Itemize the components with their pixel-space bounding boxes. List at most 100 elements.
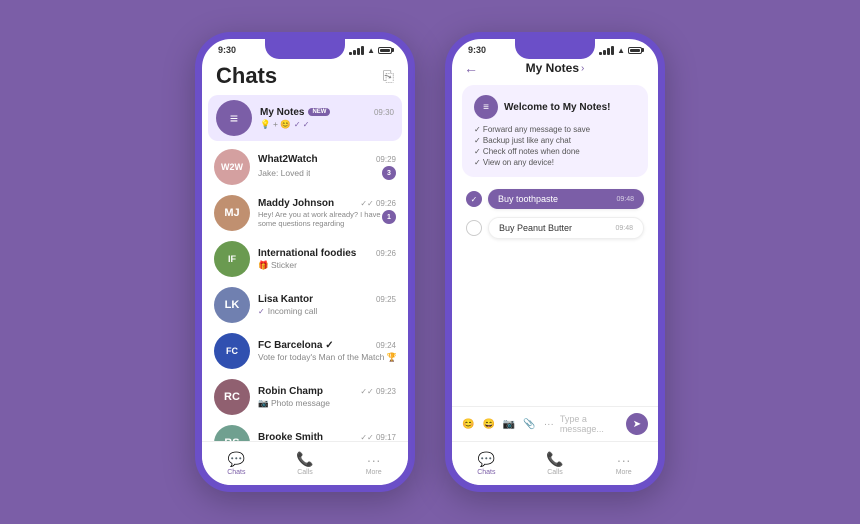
new-badge: NEW: [308, 108, 330, 116]
unread-what2watch: 3: [382, 166, 396, 180]
chat-time-fc: 09:24: [376, 341, 396, 350]
chats-nav-label-r: Chats: [477, 469, 495, 476]
notch-right: [515, 39, 595, 59]
nav-more-right[interactable]: ··· More: [589, 452, 658, 476]
chat-item-my-notes[interactable]: ≡ My Notes NEW 09:30 💡 + 😊✓ ✓: [208, 95, 402, 141]
chat-name-what2watch: What2Watch: [258, 154, 318, 165]
chat-content-what2watch: What2Watch 09:29 Jake: Loved it 3: [258, 154, 396, 180]
notes-header: ← My Notes ›: [452, 57, 658, 79]
chat-content-lisa: Lisa Kantor 09:25 ✓ Incoming call: [258, 294, 396, 316]
chat-preview-what2watch: Jake: Loved it: [258, 168, 310, 178]
more-nav-label-r: More: [616, 469, 632, 476]
chat-content-maddy: Maddy Johnson ✓✓ 09:26 Hey! Are you at w…: [258, 198, 396, 228]
message-toolbar: 😊 😄 📷 📎 ···: [462, 419, 554, 430]
message-buy-peanutbutter: Buy Peanut Butter 09:48: [466, 217, 644, 239]
message-buy-toothpaste: ✓ Buy toothpaste 09:48: [466, 189, 644, 209]
nav-calls-right[interactable]: 📞 Calls: [521, 451, 590, 476]
right-phone: 9:30 ▲ ← My Notes › ≡ Welcome to My Note…: [445, 32, 665, 492]
chats-nav-icon-r: 💬: [478, 451, 495, 468]
calls-nav-icon: 📞: [296, 451, 313, 468]
chat-list: ≡ My Notes NEW 09:30 💡 + 😊✓ ✓ W2W: [202, 95, 408, 466]
chat-time-lisa: 09:25: [376, 295, 396, 304]
time-left: 9:30: [218, 45, 236, 55]
check-empty-icon[interactable]: [466, 220, 482, 236]
left-phone: 9:30 ▲ Chats ⎘ ≡ My Notes NEW: [195, 32, 415, 492]
bottom-nav-right: 💬 Chats 📞 Calls ··· More: [452, 441, 658, 485]
chat-preview-foodies: 🎁 Sticker: [258, 260, 396, 271]
chat-item-lisa[interactable]: LK Lisa Kantor 09:25 ✓ Incoming call: [202, 282, 408, 328]
status-icons-right: ▲: [599, 46, 642, 55]
nav-more-left[interactable]: ··· More: [339, 452, 408, 476]
bubble-time-peanutbutter: 09:48: [615, 225, 633, 232]
welcome-item-2: ✓ Check off notes when done: [474, 147, 636, 156]
chat-item-maddy[interactable]: MJ Maddy Johnson ✓✓ 09:26 Hey! Are you a…: [202, 190, 408, 236]
avatar-maddy: MJ: [214, 195, 250, 231]
message-input[interactable]: Type a message...: [560, 414, 620, 434]
nav-calls-left[interactable]: 📞 Calls: [271, 451, 340, 476]
chat-time-what2watch: 09:29: [376, 155, 396, 164]
check-done-icon[interactable]: ✓: [466, 191, 482, 207]
chat-content-my-notes: My Notes NEW 09:30 💡 + 😊✓ ✓: [260, 107, 394, 130]
chat-item-fc[interactable]: FC FC Barcelona ✓ 09:24 Vote for today's…: [202, 328, 408, 374]
message-area: ✓ Buy toothpaste 09:48 Buy Peanut Butter…: [462, 189, 648, 239]
avatar-my-notes: ≡: [216, 100, 252, 136]
bubble-text-toothpaste: Buy toothpaste: [498, 194, 558, 204]
calls-nav-label-r: Calls: [547, 469, 563, 476]
bubble-peanutbutter: Buy Peanut Butter 09:48: [488, 217, 644, 239]
status-icons-left: ▲: [349, 46, 392, 55]
more-icon[interactable]: ···: [544, 419, 554, 430]
avatar-what2watch: W2W: [214, 149, 250, 185]
edit-icon[interactable]: ⎘: [383, 68, 394, 85]
sticker-icon[interactable]: 😄: [482, 419, 494, 430]
chat-content-robin: Robin Champ ✓✓ 09:23 📷 Photo message: [258, 386, 396, 409]
chat-name-foodies: International foodies: [258, 248, 356, 259]
welcome-item-3: ✓ View on any device!: [474, 158, 636, 167]
avatar-robin: RC: [214, 379, 250, 415]
attach-icon[interactable]: 📎: [523, 419, 535, 430]
welcome-card-header: ≡ Welcome to My Notes!: [474, 95, 636, 119]
message-input-area: 😊 😄 📷 📎 ··· Type a message... ➤: [452, 406, 658, 441]
chat-name-my-notes: My Notes: [260, 107, 304, 118]
emoji-icon[interactable]: 😊: [462, 419, 474, 430]
bottom-nav-left: 💬 Chats 📞 Calls ··· More: [202, 441, 408, 485]
bubble-text-peanutbutter: Buy Peanut Butter: [499, 223, 572, 233]
chat-name-fc: FC Barcelona ✓: [258, 340, 334, 351]
chat-content-foodies: International foodies 09:26 🎁 Sticker: [258, 248, 396, 271]
chat-preview-robin: 📷 Photo message: [258, 398, 396, 409]
chat-time-robin: ✓✓ 09:23: [360, 387, 396, 396]
chat-item-what2watch[interactable]: W2W What2Watch 09:29 Jake: Loved it 3: [202, 144, 408, 190]
more-nav-label: More: [366, 469, 382, 476]
welcome-avatar: ≡: [474, 95, 498, 119]
chat-item-robin[interactable]: RC Robin Champ ✓✓ 09:23 📷 Photo message: [202, 374, 408, 420]
camera-icon[interactable]: 📷: [503, 419, 515, 430]
chat-preview-lisa: ✓ Incoming call: [258, 306, 396, 316]
send-button[interactable]: ➤: [626, 413, 648, 435]
chats-title: Chats: [216, 63, 277, 89]
wifi-icon: ▲: [367, 46, 375, 55]
chats-nav-label: Chats: [227, 469, 245, 476]
nav-chats-left[interactable]: 💬 Chats: [202, 451, 271, 476]
signal-icon-right: [599, 46, 614, 55]
welcome-item-1: ✓ Backup just like any chat: [474, 136, 636, 145]
notch: [265, 39, 345, 59]
welcome-card: ≡ Welcome to My Notes! ✓ Forward any mes…: [462, 85, 648, 177]
avatar-fc: FC: [214, 333, 250, 369]
chat-preview-fc: Vote for today's Man of the Match 🏆: [258, 352, 396, 363]
chevron-icon: ›: [581, 63, 584, 74]
calls-nav-icon-r: 📞: [546, 451, 563, 468]
nav-chats-right[interactable]: 💬 Chats: [452, 451, 521, 476]
battery-icon-right: [628, 47, 642, 54]
battery-icon: [378, 47, 392, 54]
back-button[interactable]: ←: [464, 60, 478, 76]
chat-time-my-notes: 09:30: [374, 108, 394, 117]
more-nav-icon-r: ···: [617, 452, 631, 468]
chat-preview-my-notes: 💡 + 😊✓ ✓: [260, 119, 394, 130]
chat-name-maddy: Maddy Johnson: [258, 198, 334, 209]
unread-maddy: 1: [382, 210, 396, 224]
bubble-time-toothpaste: 09:48: [616, 196, 634, 203]
avatar-lisa: LK: [214, 287, 250, 323]
chat-item-foodies[interactable]: IF International foodies 09:26 🎁 Sticker: [202, 236, 408, 282]
chat-name-robin: Robin Champ: [258, 386, 323, 397]
welcome-title: Welcome to My Notes!: [504, 102, 611, 113]
notes-body: ≡ Welcome to My Notes! ✓ Forward any mes…: [452, 79, 658, 245]
